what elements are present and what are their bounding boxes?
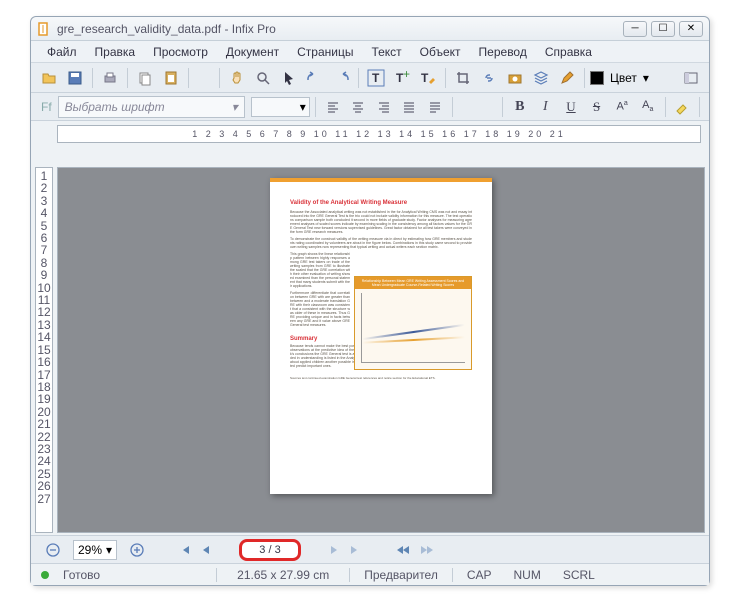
crop-tool[interactable] bbox=[451, 66, 475, 90]
redo-button[interactable] bbox=[329, 66, 353, 90]
app-icon bbox=[37, 22, 51, 36]
back-button[interactable] bbox=[397, 544, 411, 556]
statusbar: Готово 21.65 x 27.99 cm Предварител CAP … bbox=[31, 563, 709, 585]
doc-heading: Validity of the Analytical Writing Measu… bbox=[290, 200, 472, 206]
highlight-button[interactable] bbox=[671, 95, 695, 119]
zoom-tool[interactable] bbox=[251, 66, 275, 90]
menu-help[interactable]: Справка bbox=[537, 43, 600, 61]
status-indicator-icon bbox=[41, 571, 49, 579]
vertical-ruler: 1234567891011121314151617181920212223242… bbox=[35, 167, 53, 533]
first-page-button[interactable] bbox=[177, 543, 191, 557]
zoom-out-button[interactable] bbox=[41, 538, 65, 562]
text-tool[interactable]: T bbox=[364, 66, 388, 90]
subscript-button[interactable]: Aa bbox=[636, 95, 660, 119]
chart-plot-area bbox=[361, 293, 465, 363]
prev-page-button[interactable] bbox=[199, 543, 211, 557]
menu-view[interactable]: Просмотр bbox=[145, 43, 216, 61]
pdf-page: Validity of the Analytical Writing Measu… bbox=[270, 178, 492, 494]
font-icon: Ff bbox=[37, 100, 56, 114]
document-canvas[interactable]: Validity of the Analytical Writing Measu… bbox=[57, 167, 705, 533]
pencil-tool[interactable] bbox=[555, 66, 579, 90]
workspace: 1234567891011121314151617181920212223242… bbox=[31, 165, 709, 535]
menu-translate[interactable]: Перевод bbox=[471, 43, 535, 61]
doc-para: Furthermore differentiate that correlati… bbox=[290, 291, 350, 327]
status-scrl: SCRL bbox=[555, 568, 603, 582]
pointer-tool[interactable] bbox=[277, 66, 301, 90]
zoom-value[interactable]: 29%▾ bbox=[73, 540, 117, 560]
open-button[interactable] bbox=[37, 66, 61, 90]
svg-text:T: T bbox=[372, 71, 380, 85]
menu-edit[interactable]: Правка bbox=[87, 43, 144, 61]
svg-text:T: T bbox=[421, 71, 429, 85]
font-picker[interactable]: Выбрать шрифт ▾ bbox=[58, 96, 245, 118]
status-preview[interactable]: Предварител bbox=[356, 568, 446, 582]
menu-text[interactable]: Текст bbox=[363, 43, 409, 61]
link-tool[interactable] bbox=[477, 66, 501, 90]
menu-file[interactable]: Файл bbox=[39, 43, 85, 61]
italic-button[interactable]: I bbox=[534, 95, 558, 119]
menu-object[interactable]: Объект bbox=[412, 43, 469, 61]
camera-tool[interactable] bbox=[503, 66, 527, 90]
forward-button[interactable] bbox=[419, 544, 433, 556]
menu-pages[interactable]: Страницы bbox=[289, 43, 361, 61]
color-dropdown-icon[interactable]: ▾ bbox=[643, 71, 649, 85]
next-page-button[interactable] bbox=[329, 543, 341, 557]
menu-document[interactable]: Документ bbox=[218, 43, 287, 61]
align-justify-last[interactable] bbox=[423, 95, 447, 119]
text-edit-tool[interactable]: T bbox=[416, 66, 440, 90]
minimize-button[interactable]: ─ bbox=[623, 21, 647, 37]
align-center[interactable] bbox=[346, 95, 370, 119]
embedded-chart: Relationship Between Mean GRE Writing As… bbox=[354, 276, 472, 370]
sidebar-toggle[interactable] bbox=[679, 66, 703, 90]
paste-button[interactable] bbox=[159, 66, 183, 90]
font-placeholder: Выбрать шрифт bbox=[65, 100, 165, 114]
last-page-button[interactable] bbox=[349, 543, 363, 557]
main-toolbar: T T+ T Цвет ▾ bbox=[31, 63, 709, 93]
hand-tool[interactable] bbox=[225, 66, 249, 90]
undo-button[interactable] bbox=[303, 66, 327, 90]
color-label: Цвет bbox=[606, 71, 641, 85]
color-swatch[interactable] bbox=[590, 71, 604, 85]
print-button[interactable] bbox=[98, 66, 122, 90]
navigation-bar: 29%▾ 3 / 3 bbox=[31, 535, 709, 563]
titlebar: gre_research_validity_data.pdf - Infix P… bbox=[31, 17, 709, 41]
doc-para: This graph shows the linear relationship… bbox=[290, 252, 350, 288]
maximize-button[interactable]: ☐ bbox=[651, 21, 675, 37]
doc-para: Because the Associated analytical writin… bbox=[290, 210, 472, 234]
status-num: NUM bbox=[506, 568, 549, 582]
format-toolbar: Ff Выбрать шрифт ▾ ▾ B I U S Aa Aa bbox=[31, 93, 709, 121]
status-ready: Готово bbox=[55, 568, 108, 582]
status-dimensions: 21.65 x 27.99 cm bbox=[223, 568, 343, 582]
chart-title: Relationship Between Mean GRE Writing As… bbox=[355, 277, 471, 289]
layers-tool[interactable] bbox=[529, 66, 553, 90]
window-controls: ─ ☐ ✕ bbox=[623, 21, 703, 37]
align-left[interactable] bbox=[321, 95, 345, 119]
font-size[interactable]: ▾ bbox=[251, 97, 310, 117]
svg-text:+: + bbox=[403, 70, 410, 81]
strike-button[interactable]: S bbox=[585, 95, 609, 119]
chevron-down-icon: ▾ bbox=[232, 100, 238, 114]
menubar: Файл Правка Просмотр Документ Страницы Т… bbox=[31, 41, 709, 63]
align-justify[interactable] bbox=[398, 95, 422, 119]
page-indicator[interactable]: 3 / 3 bbox=[239, 539, 301, 561]
underline-button[interactable]: U bbox=[559, 95, 583, 119]
text-plus-tool[interactable]: T+ bbox=[390, 66, 414, 90]
doc-para: To demonstrate the construct validity of… bbox=[290, 237, 472, 249]
copy-button[interactable] bbox=[133, 66, 157, 90]
app-window: gre_research_validity_data.pdf - Infix P… bbox=[30, 16, 710, 586]
superscript-button[interactable]: Aa bbox=[610, 95, 634, 119]
align-right[interactable] bbox=[372, 95, 396, 119]
status-cap: CAP bbox=[459, 568, 500, 582]
bold-button[interactable]: B bbox=[508, 95, 532, 119]
window-title: gre_research_validity_data.pdf - Infix P… bbox=[57, 22, 623, 36]
horizontal-ruler: 1 2 3 4 5 6 7 8 9 10 11 12 13 14 15 16 1… bbox=[57, 125, 701, 143]
zoom-in-button[interactable] bbox=[125, 538, 149, 562]
close-button[interactable]: ✕ bbox=[679, 21, 703, 37]
doc-footnote: Sources text continued examination GRE G… bbox=[290, 376, 472, 380]
save-button[interactable] bbox=[63, 66, 87, 90]
